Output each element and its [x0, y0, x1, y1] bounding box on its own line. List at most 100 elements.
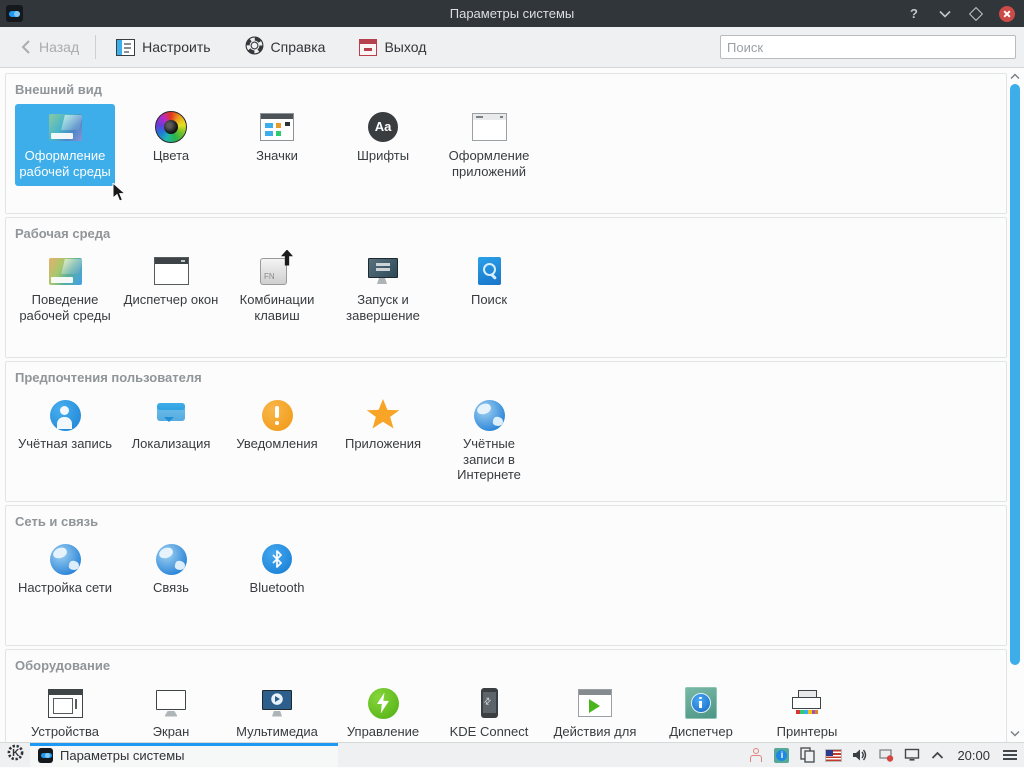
tile-label: Bluetooth: [250, 580, 305, 596]
settings-tile[interactable]: Связь: [121, 536, 221, 603]
configure-button[interactable]: Настроить: [110, 35, 216, 60]
screen-icon[interactable]: [903, 747, 920, 764]
settings-tile[interactable]: Диспетчер окон: [121, 248, 221, 315]
help-label: Справка: [271, 39, 326, 55]
task-button-label: Параметры системы: [60, 748, 185, 763]
scrollbar[interactable]: [1007, 68, 1024, 742]
workspace-behaviour-icon: [49, 253, 82, 289]
tile-row: Устройства Экран Мультимедиа Управление …: [15, 680, 1006, 742]
kdeconnect-phone-icon: [481, 685, 498, 721]
color-wheel-icon: [155, 109, 187, 145]
bluetooth-icon: [262, 541, 292, 577]
chevron-up-icon[interactable]: [929, 747, 946, 764]
system-tray: 20:00: [747, 747, 1024, 764]
tile-label: Поведение рабочей среды: [17, 292, 113, 323]
settings-tile[interactable]: KDE Connect: [439, 680, 539, 742]
settings-tile[interactable]: Комбинации клавиш: [227, 248, 327, 330]
settings-tile[interactable]: Экран: [121, 680, 221, 742]
tile-label: Управление: [347, 724, 419, 740]
settings-tile[interactable]: Поведение рабочей среды: [15, 248, 115, 330]
power-bolt-icon: [368, 685, 399, 721]
back-button[interactable]: Назад: [14, 35, 85, 59]
volume-icon[interactable]: [851, 747, 868, 764]
kde-launcher-button[interactable]: K: [0, 743, 30, 768]
tile-label: Экран: [153, 724, 190, 740]
help-button[interactable]: Справка: [239, 32, 332, 62]
fonts-icon: Aa: [368, 109, 398, 145]
manager-info-icon: [685, 685, 717, 721]
scroll-up-arrow-icon[interactable]: [1009, 71, 1021, 81]
settings-tile[interactable]: Уведомления: [227, 392, 327, 459]
settings-tile[interactable]: Запуск и завершение: [333, 248, 433, 330]
search-input[interactable]: [720, 35, 1016, 59]
settings-tile[interactable]: Оформление рабочей среды: [15, 104, 115, 186]
settings-tile[interactable]: Принтеры: [757, 680, 857, 742]
kde-logo-icon: K: [7, 744, 24, 766]
exit-button[interactable]: Выход: [353, 35, 432, 60]
multimedia-monitor-icon: [262, 685, 292, 721]
settings-tile[interactable]: Мультимедиа: [227, 680, 327, 742]
tile-row: Поведение рабочей среды Диспетчер окон К…: [15, 248, 1006, 330]
settings-tile[interactable]: Локализация: [121, 392, 221, 459]
notifications-icon: [262, 397, 293, 433]
maximize-icon: [969, 6, 983, 20]
close-button[interactable]: [998, 5, 1016, 23]
settings-tile[interactable]: Диспетчер: [651, 680, 751, 742]
search-doc-icon: [478, 253, 501, 289]
section-header: Предпочтения пользователя: [15, 370, 1006, 385]
app-style-icon: [472, 109, 507, 145]
tile-row: Учётная запись Локализация Уведомления П…: [15, 392, 1006, 490]
panel-menu-icon[interactable]: [1001, 747, 1018, 764]
user-icon[interactable]: [747, 747, 764, 764]
settings-tile[interactable]: Устройства: [15, 680, 115, 742]
settings-tile[interactable]: Учётные записи в Интернете: [439, 392, 539, 490]
titlebar[interactable]: Параметры системы ?: [0, 0, 1024, 27]
category-section: Оборудование Устройства Экран Мультимеди…: [5, 649, 1007, 742]
scroll-down-arrow-icon[interactable]: [1009, 728, 1021, 738]
clipboard-icon[interactable]: [799, 747, 816, 764]
settings-tile[interactable]: Оформление приложений: [439, 104, 539, 186]
locale-bubble-icon: [157, 397, 185, 433]
settings-tile[interactable]: Приложения: [333, 392, 433, 459]
startup-shutdown-icon: [368, 253, 398, 289]
device-actions-play-icon: [578, 685, 612, 721]
window-controls: ?: [905, 5, 1016, 23]
icon-set-icon: [260, 109, 294, 145]
maximize-button[interactable]: [967, 5, 985, 23]
settings-tile[interactable]: Aa Шрифты: [333, 104, 433, 171]
exit-icon: [359, 39, 377, 56]
task-button-system-settings[interactable]: Параметры системы: [30, 743, 338, 768]
category-section: Рабочая среда Поведение рабочей среды Ди…: [5, 217, 1007, 358]
tile-label: Локализация: [132, 436, 211, 452]
settings-tile[interactable]: Bluetooth: [227, 536, 327, 603]
section-header: Оборудование: [15, 658, 1006, 673]
clock[interactable]: 20:00: [957, 748, 990, 763]
settings-tile[interactable]: Цвета: [121, 104, 221, 171]
tile-label: Настройка сети: [18, 580, 112, 596]
settings-tile[interactable]: Поиск: [439, 248, 539, 315]
tile-label: Учётные записи в Интернете: [441, 436, 537, 483]
category-section: Предпочтения пользователя Учётная запись…: [5, 361, 1007, 502]
devices-window-icon: [48, 685, 83, 721]
info-badge-icon[interactable]: [773, 747, 790, 764]
network-error-icon[interactable]: [877, 747, 894, 764]
settings-tile[interactable]: Настройка сети: [15, 536, 115, 603]
applications-star-icon: [366, 397, 400, 433]
flag-us-icon[interactable]: [825, 747, 842, 764]
toolbar: Назад Настроить Справка Выход: [0, 27, 1024, 68]
window-help-button[interactable]: ?: [905, 5, 923, 23]
scrollbar-thumb[interactable]: [1010, 84, 1020, 665]
network-globe-icon: [50, 541, 81, 577]
category-section: Сеть и связь Настройка сети Связь Blueto…: [5, 505, 1007, 646]
settings-tile[interactable]: Значки: [227, 104, 327, 171]
tile-row: Настройка сети Связь Bluetooth: [15, 536, 1006, 603]
minimize-button[interactable]: [936, 5, 954, 23]
display-monitor-icon: [156, 685, 186, 721]
connectivity-globe-icon: [156, 541, 187, 577]
svg-text:K: K: [12, 748, 20, 759]
settings-tile[interactable]: Управление: [333, 680, 433, 742]
settings-tile[interactable]: Действия для: [545, 680, 645, 742]
category-sections: Внешний вид Оформление рабочей среды Цве…: [5, 73, 1007, 742]
settings-tile[interactable]: Учётная запись: [15, 392, 115, 459]
tile-label: Приложения: [345, 436, 421, 452]
